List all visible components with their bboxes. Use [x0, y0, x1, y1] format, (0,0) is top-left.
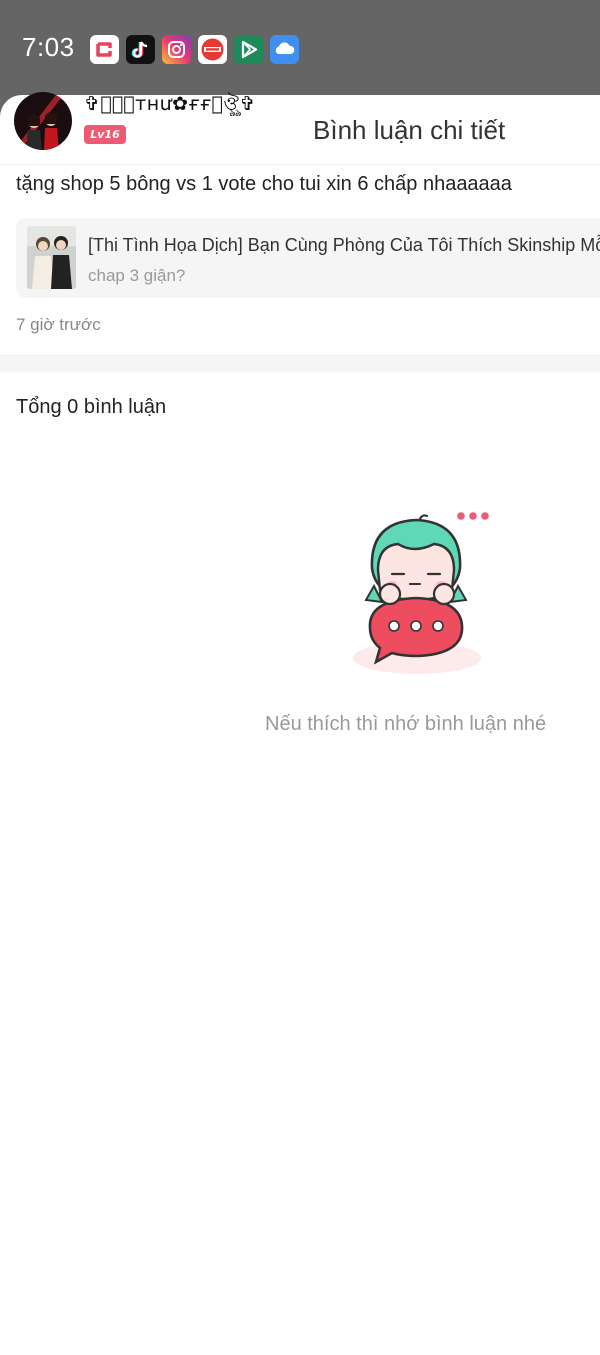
capcut-icon: [90, 35, 119, 64]
play-store-icon: [234, 35, 263, 64]
total-comments-label: Tổng 0 bình luận: [16, 396, 167, 418]
cloud-icon: [270, 35, 299, 64]
instagram-icon: [162, 35, 191, 64]
page-title: Bình luận chi tiết: [313, 115, 506, 145]
story-thumbnail: [27, 226, 76, 289]
level-badge: Lv16: [84, 125, 126, 144]
tiktok-icon: [126, 35, 155, 64]
story-title: [Thi Tình Họa Dịch] Bạn Cùng Phòng Của T…: [88, 235, 600, 255]
story-chapter: chap 3 giận?: [88, 266, 186, 285]
avatar[interactable]: [14, 92, 72, 150]
status-bar: 7:03: [0, 0, 600, 98]
status-time: 7:03: [22, 32, 75, 62]
comment-timestamp: 7 giờ trước: [16, 315, 101, 334]
story-card[interactable]: [Thi Tình Họa Dịch] Bạn Cùng Phòng Của T…: [16, 218, 600, 298]
user-name[interactable]: ✞ঔৣ⃝ᴛʜư✿ғғ⃝ঔৣ✞: [84, 90, 256, 122]
manga-toon-icon: [198, 35, 227, 64]
section-divider: [0, 355, 600, 372]
comment-text: tặng shop 5 bông vs 1 vote cho tui xin 6…: [16, 173, 512, 195]
empty-state-message: Nếu thích thì nhớ bình luận nhé: [265, 713, 547, 735]
notification-icons: [90, 35, 299, 64]
empty-mascot-illustration: [348, 508, 494, 680]
